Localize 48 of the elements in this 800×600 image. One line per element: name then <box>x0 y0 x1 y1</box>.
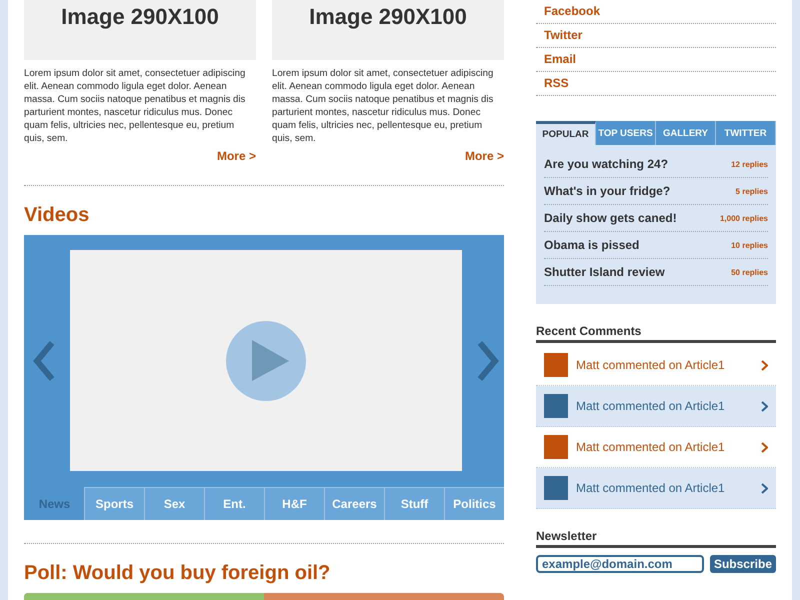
comment-text: Matt commented on Article1 <box>576 481 726 495</box>
section-title: Newsletter <box>536 529 776 548</box>
topic-link[interactable]: Obama is pissed <box>544 238 640 252</box>
topic-link[interactable]: Are you watching 24? <box>544 157 668 171</box>
comment-row[interactable]: Matt commented on Article1 <box>536 386 776 427</box>
section-title: Videos <box>24 204 90 227</box>
category-tab[interactable]: Sports <box>84 487 144 520</box>
subscribe-button[interactable]: Subscribe <box>710 555 776 573</box>
chevron-icon <box>761 482 768 494</box>
social-link[interactable]: Facebook <box>536 0 776 24</box>
chevron-icon <box>761 360 768 370</box>
category-tab[interactable]: Careers <box>324 487 384 520</box>
section-title: Recent Comments <box>536 324 776 343</box>
category-tab[interactable]: Politics <box>444 487 504 520</box>
comment-text: Matt commented on Article1 <box>576 358 726 372</box>
image-label: Image 290X100 <box>309 4 467 30</box>
chevron-icon <box>761 442 768 452</box>
category-tab[interactable]: Sex <box>144 487 204 520</box>
category-tab[interactable]: Stuff <box>384 487 444 520</box>
topic-link[interactable]: Daily show gets caned! <box>544 211 677 225</box>
article-text: Lorem ipsum dolor sit amet, consectetuer adipiscing elit. Aenean commodo ligula eget dolor. Aenean massa. Cum sociis natoque penatibus et magnis dis parturient montes, nascetur ridiculus mus. Donec quam felis, ultricies nec, pellentesque eu, pretium quis, sem. <box>24 67 246 145</box>
topic-tab[interactable]: POPULAR <box>536 121 596 145</box>
image-label: Image 290X100 <box>61 4 219 30</box>
topic-tab[interactable]: GALLERY <box>656 121 716 145</box>
social-link[interactable]: Email <box>536 48 776 72</box>
reply-count: 10 replies <box>731 240 768 250</box>
category-tab[interactable]: H&F <box>264 487 324 520</box>
topic-tab[interactable]: TWITTER <box>716 121 776 145</box>
article-text: Lorem ipsum dolor sit amet, consectetuer adipiscing elit. Aenean commodo ligula eget dolor. Aenean massa. Cum sociis natoque penatibus et magnis dis parturient montes, nascetur ridiculus mus. Donec quam felis, ultricies nec, pellentesque eu, pretium quis, sem. <box>272 67 494 145</box>
reply-count: 1,000 replies <box>720 214 768 222</box>
category-tab[interactable]: Ent. <box>204 487 264 520</box>
more-link[interactable]: More > <box>216 149 256 163</box>
topic-tab[interactable]: TOP USERS <box>596 121 656 145</box>
reply-count: 50 replies <box>731 268 768 276</box>
reply-count: 12 replies <box>731 160 768 168</box>
social-link[interactable]: Twitter <box>536 24 776 48</box>
chevron-icon <box>761 400 768 412</box>
social-link[interactable]: RSS <box>536 72 776 96</box>
play-icon[interactable] <box>225 320 307 402</box>
topic-link[interactable]: What's in your fridge? <box>544 184 670 198</box>
poll-title: Poll: Would you buy foreign oil? <box>24 562 332 585</box>
email-field[interactable]: example@domain.com <box>536 555 704 573</box>
comment-text: Matt commented on Article1 <box>576 440 726 454</box>
comment-row[interactable]: Matt commented on Article1 <box>536 468 776 509</box>
topic-link[interactable]: Shutter Island review <box>544 265 665 279</box>
reply-count: 5 replies <box>736 186 768 196</box>
more-link[interactable]: More > <box>464 149 504 163</box>
comment-text: Matt commented on Article1 <box>576 399 726 413</box>
